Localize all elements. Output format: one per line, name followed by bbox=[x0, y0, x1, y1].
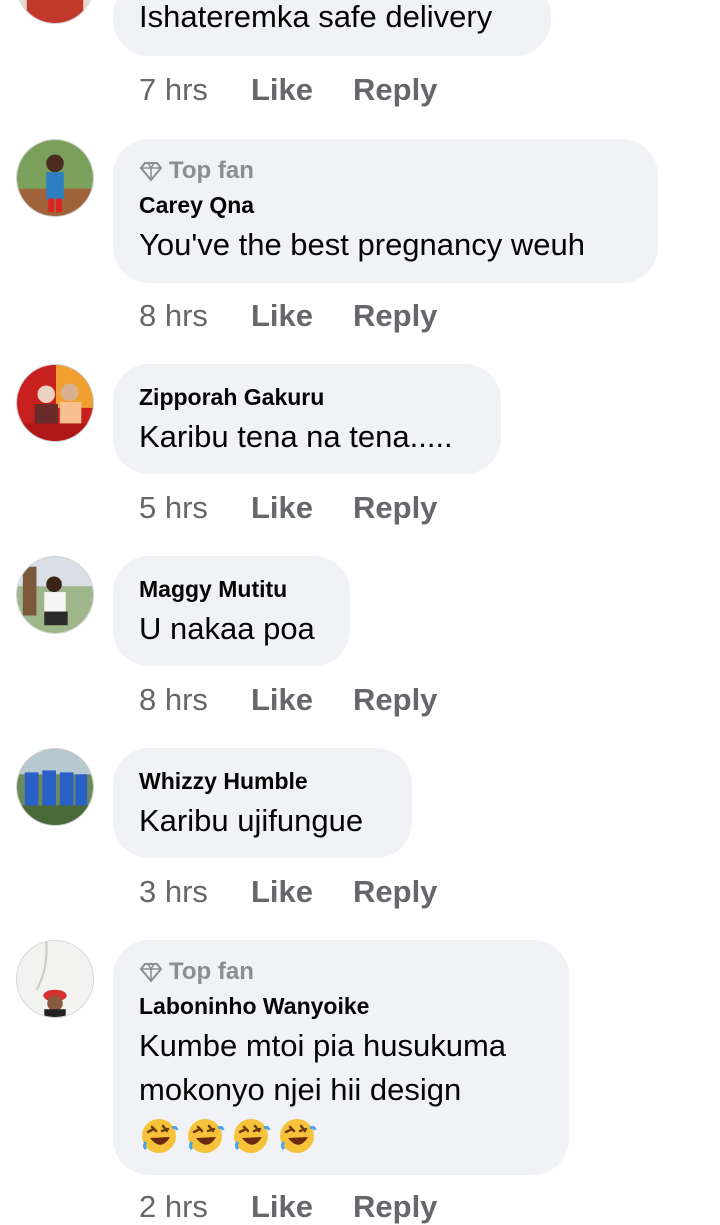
author-name[interactable]: Laboninho Wanyoike bbox=[139, 993, 369, 1020]
badge-label: Top fan bbox=[169, 958, 254, 985]
comment-time: 8 hrs bbox=[139, 298, 208, 333]
avatar[interactable] bbox=[16, 748, 94, 826]
diamond-icon bbox=[139, 162, 163, 182]
avatar[interactable] bbox=[16, 556, 94, 634]
comment-time: 8 hrs bbox=[139, 682, 208, 717]
like-button[interactable]: Like bbox=[251, 72, 353, 108]
comment-actions: 8 hrs Like Reply bbox=[139, 298, 437, 334]
top-fan-badge: Top fan bbox=[139, 157, 254, 185]
comment-actions: 5 hrs Like Reply bbox=[139, 490, 437, 526]
avatar[interactable] bbox=[16, 940, 94, 1018]
like-button[interactable]: Like bbox=[251, 1189, 353, 1225]
top-fan-badge: Top fan bbox=[139, 958, 254, 986]
comment-text: Ishateremka safe delivery bbox=[139, 0, 493, 34]
avatar[interactable] bbox=[16, 0, 94, 24]
comment-time: 3 hrs bbox=[139, 874, 208, 909]
author-name[interactable]: Maggy Mutitu bbox=[139, 576, 287, 603]
emoji-row bbox=[139, 1116, 317, 1156]
comment-text: Karibu tena na tena..... bbox=[139, 419, 453, 454]
rolling-on-floor-laughing-icon bbox=[234, 1119, 271, 1153]
comment-bubble: Zipporah Gakuru Karibu tena na tena..... bbox=[113, 364, 501, 474]
comment-bubble: Ishateremka safe delivery bbox=[113, 0, 551, 56]
comment-actions: 7 hrs Like Reply bbox=[139, 72, 437, 108]
comment-time: 7 hrs bbox=[139, 72, 208, 107]
reply-button[interactable]: Reply bbox=[353, 298, 437, 334]
comment-time: 2 hrs bbox=[139, 1189, 208, 1224]
comment-text: Karibu ujifungue bbox=[139, 803, 364, 838]
author-name[interactable]: Zipporah Gakuru bbox=[139, 384, 324, 411]
comment-text: U nakaa poa bbox=[139, 611, 315, 646]
like-button[interactable]: Like bbox=[251, 298, 353, 334]
like-button[interactable]: Like bbox=[251, 874, 353, 910]
comment-text-line-1: Kumbe mtoi pia husukuma bbox=[139, 1028, 507, 1063]
comment-text-line-2: mokonyo njei hii design bbox=[139, 1072, 462, 1107]
comment-text: You've the best pregnancy weuh bbox=[139, 227, 585, 262]
reply-button[interactable]: Reply bbox=[353, 682, 437, 718]
author-name[interactable]: Whizzy Humble bbox=[139, 768, 308, 795]
reply-button[interactable]: Reply bbox=[353, 490, 437, 526]
rolling-on-floor-laughing-icon bbox=[142, 1119, 179, 1153]
comment-bubble: Whizzy Humble Karibu ujifungue bbox=[113, 748, 412, 858]
avatar[interactable] bbox=[16, 139, 94, 217]
avatar[interactable] bbox=[16, 364, 94, 442]
comment-bubble: Top fan Carey Qna You've the best pregna… bbox=[113, 139, 658, 283]
reply-button[interactable]: Reply bbox=[353, 874, 437, 910]
like-button[interactable]: Like bbox=[251, 682, 353, 718]
comment-actions: 2 hrs Like Reply bbox=[139, 1189, 437, 1225]
badge-label: Top fan bbox=[169, 157, 254, 184]
rolling-on-floor-laughing-icon bbox=[280, 1119, 317, 1153]
diamond-icon bbox=[139, 963, 163, 983]
comment-time: 5 hrs bbox=[139, 490, 208, 525]
reply-button[interactable]: Reply bbox=[353, 1189, 437, 1225]
comment-actions: 8 hrs Like Reply bbox=[139, 682, 437, 718]
comment-bubble: Maggy Mutitu U nakaa poa bbox=[113, 556, 350, 666]
comment-actions: 3 hrs Like Reply bbox=[139, 874, 437, 910]
author-name[interactable]: Carey Qna bbox=[139, 192, 254, 219]
like-button[interactable]: Like bbox=[251, 490, 353, 526]
rolling-on-floor-laughing-icon bbox=[188, 1119, 225, 1153]
reply-button[interactable]: Reply bbox=[353, 72, 437, 108]
comment-bubble: Top fan Laboninho Wanyoike Kumbe mtoi pi… bbox=[113, 940, 569, 1175]
